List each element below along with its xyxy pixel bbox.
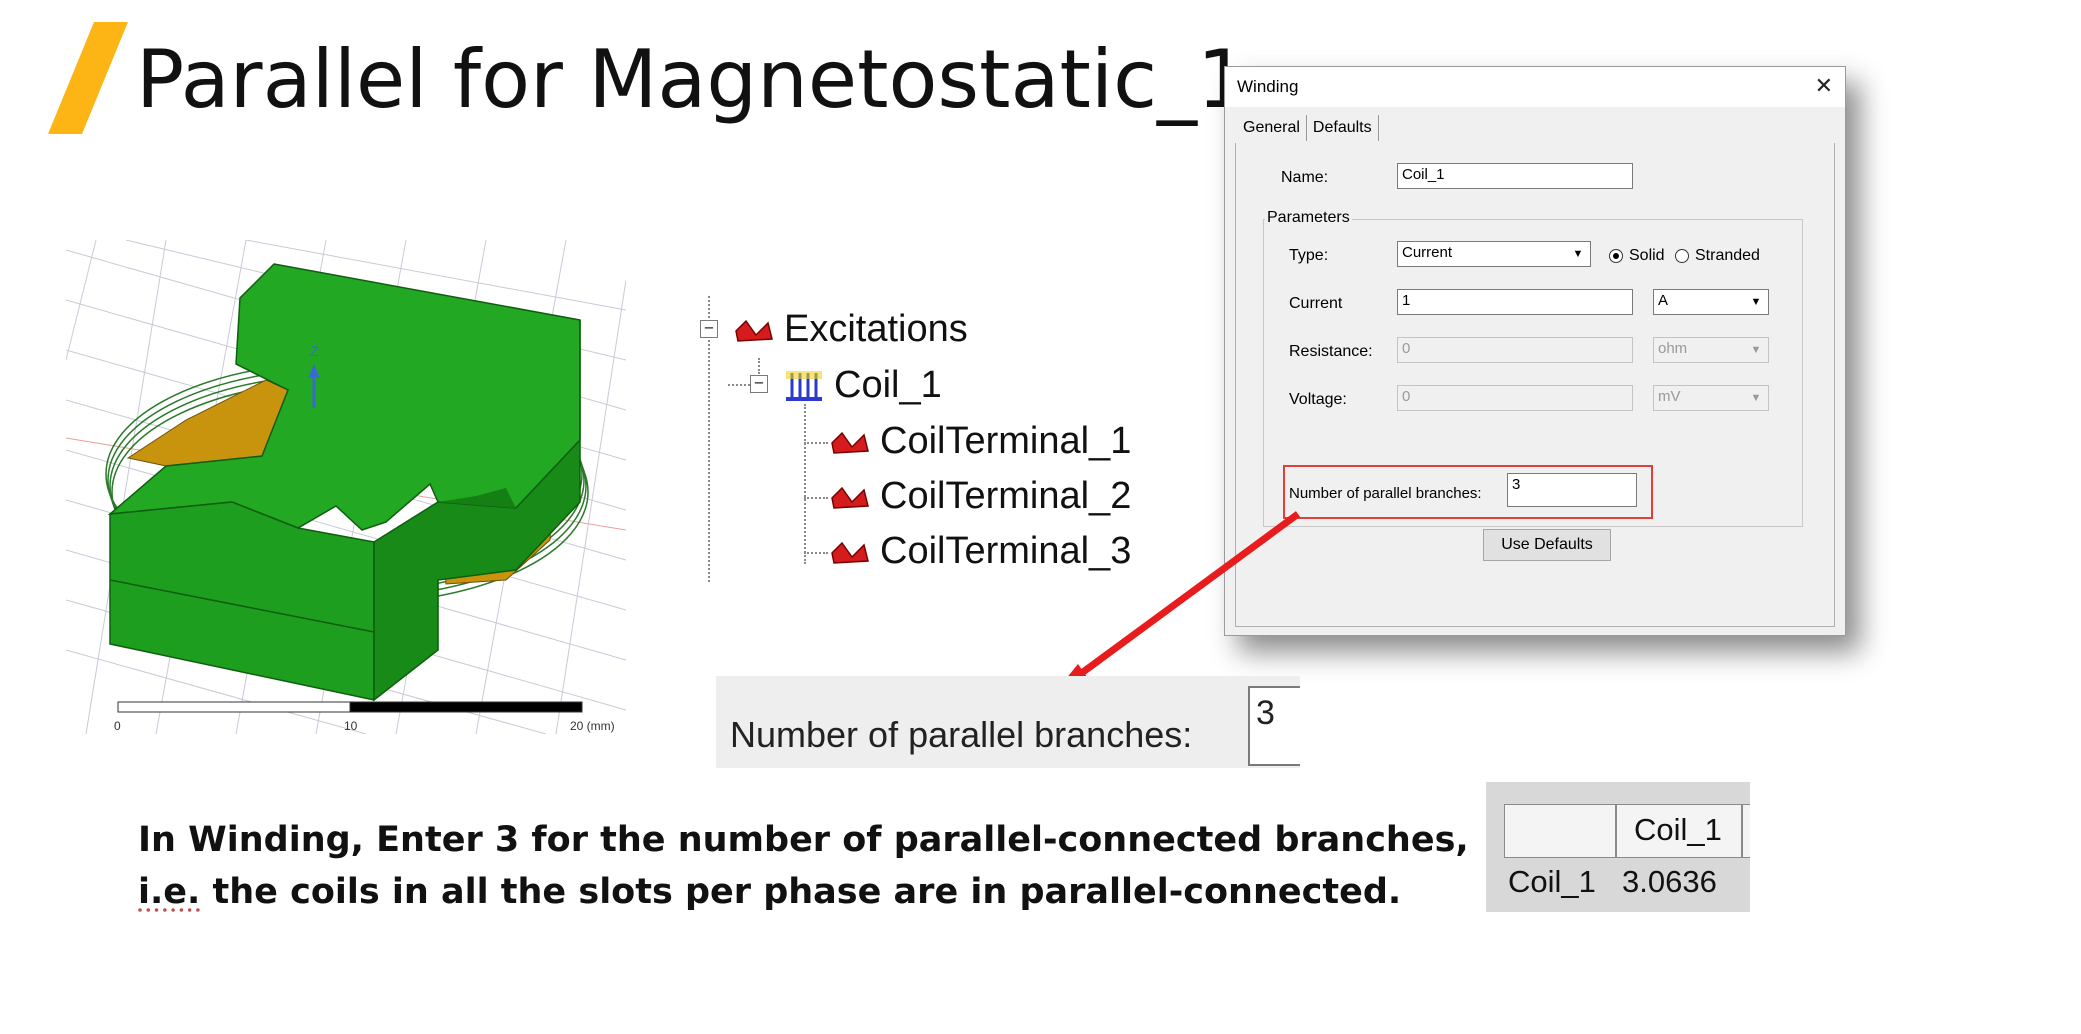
z-axis-label: Z <box>310 343 319 359</box>
branches-field[interactable]: 3 <box>1507 473 1637 507</box>
radio-stranded-label: Stranded <box>1695 247 1760 264</box>
tree-label-coil-terminal-1: CoilTerminal_1 <box>880 420 1132 462</box>
zoomed-branches-label: Number of parallel branches: <box>730 714 1193 755</box>
voltage-label: Voltage: <box>1289 391 1347 408</box>
radio-stranded-indicator <box>1675 249 1689 263</box>
parameters-label: Parameters <box>1265 209 1352 227</box>
scale-label-0: 0 <box>114 719 121 733</box>
radio-stranded[interactable]: Stranded <box>1675 247 1760 265</box>
body-line-2: i.e. the coils in all the slots per phas… <box>138 866 1469 918</box>
type-value: Current <box>1402 244 1453 261</box>
name-label: Name: <box>1281 169 1329 186</box>
tree-label-excitations: Excitations <box>784 308 968 350</box>
radio-solid-label: Solid <box>1629 247 1665 264</box>
current-unit-value: A <box>1658 292 1669 309</box>
body-line-2-rest: the coils in all the slots per phase are… <box>200 872 1402 912</box>
close-icon[interactable]: ✕ <box>1815 73 1833 99</box>
current-field[interactable]: 1 <box>1397 289 1633 315</box>
type-select[interactable]: Current ▼ <box>1397 241 1591 267</box>
title-accent-slash <box>48 22 128 134</box>
tab-defaults[interactable]: Defaults <box>1307 115 1379 141</box>
dialog-titlebar[interactable]: Winding ✕ <box>1225 67 1845 107</box>
tree-node-excitations[interactable]: Excitations <box>734 308 968 351</box>
coil-terminal-icon <box>831 541 869 564</box>
resistance-unit-select: ohm ▼ <box>1653 337 1769 363</box>
result-value: 3.0636 <box>1622 864 1717 899</box>
dialog-title: Winding <box>1237 77 1299 96</box>
body-line-2-abbrev: i.e. <box>138 872 201 912</box>
use-defaults-button[interactable]: Use Defaults <box>1483 529 1611 561</box>
tree-node-coil-1[interactable]: Coil_1 <box>784 364 942 407</box>
resistance-label: Resistance: <box>1289 343 1373 360</box>
coil-icon <box>786 370 822 401</box>
body-line-1: In Winding, Enter 3 for the number of pa… <box>138 820 1469 860</box>
coil-terminal-icon <box>831 431 869 454</box>
zoomed-branches-input: 3 <box>1248 686 1300 766</box>
radio-solid[interactable]: Solid <box>1609 247 1665 265</box>
tree-label-coil-1: Coil_1 <box>834 364 942 406</box>
core-front-face <box>109 501 375 701</box>
tab-general[interactable]: General <box>1237 115 1307 141</box>
excitation-icon <box>735 319 773 342</box>
slide-title: Parallel for Magnetostatic_1 <box>136 33 1248 126</box>
slide-body-text: In Winding, Enter 3 for the number of pa… <box>138 814 1469 918</box>
coil-terminal-icon <box>831 486 869 509</box>
result-table-column-edge <box>1742 804 1750 858</box>
tree-node-coil-terminal-1[interactable]: CoilTerminal_1 <box>830 420 1131 463</box>
voltage-unit-select: mV ▼ <box>1653 385 1769 411</box>
voltage-unit-value: mV <box>1658 388 1681 405</box>
scale-label-10: 10 <box>344 719 358 733</box>
chevron-down-icon[interactable]: ▼ <box>1568 244 1588 264</box>
resistance-field: 0 <box>1397 337 1633 363</box>
tree-expander-excitations[interactable]: − <box>700 320 718 338</box>
core-top-face <box>107 263 581 531</box>
type-label: Type: <box>1289 247 1329 264</box>
zoomed-branches-field: Number of parallel branches: 3 <box>716 676 1300 768</box>
result-table: Coil_1 Coil_1 3.0636 <box>1486 782 1750 912</box>
radio-solid-indicator <box>1609 249 1623 263</box>
chevron-down-icon: ▼ <box>1750 392 1762 404</box>
scale-label-20: 20 (mm) <box>570 719 615 733</box>
coil-3d-model: Z 0 10 20 (mm) <box>66 240 626 734</box>
branches-label: Number of parallel branches: <box>1289 485 1482 502</box>
current-unit-select[interactable]: A ▼ <box>1653 289 1769 315</box>
result-table-corner <box>1504 804 1616 858</box>
chevron-down-icon: ▼ <box>1750 344 1762 356</box>
tree-expander-coil[interactable]: − <box>750 375 768 393</box>
current-label: Current <box>1289 295 1343 312</box>
name-field[interactable]: Coil_1 <box>1397 163 1633 189</box>
result-column-label: Coil_1 <box>1634 812 1722 847</box>
result-row-label: Coil_1 <box>1508 864 1596 899</box>
dialog-tabs: General Defaults <box>1237 115 1379 141</box>
resistance-unit-value: ohm <box>1658 340 1688 357</box>
voltage-field: 0 <box>1397 385 1633 411</box>
chevron-down-icon[interactable]: ▼ <box>1746 292 1766 312</box>
winding-dialog: Winding ✕ General Defaults Name: Coil_1 … <box>1224 66 1846 636</box>
